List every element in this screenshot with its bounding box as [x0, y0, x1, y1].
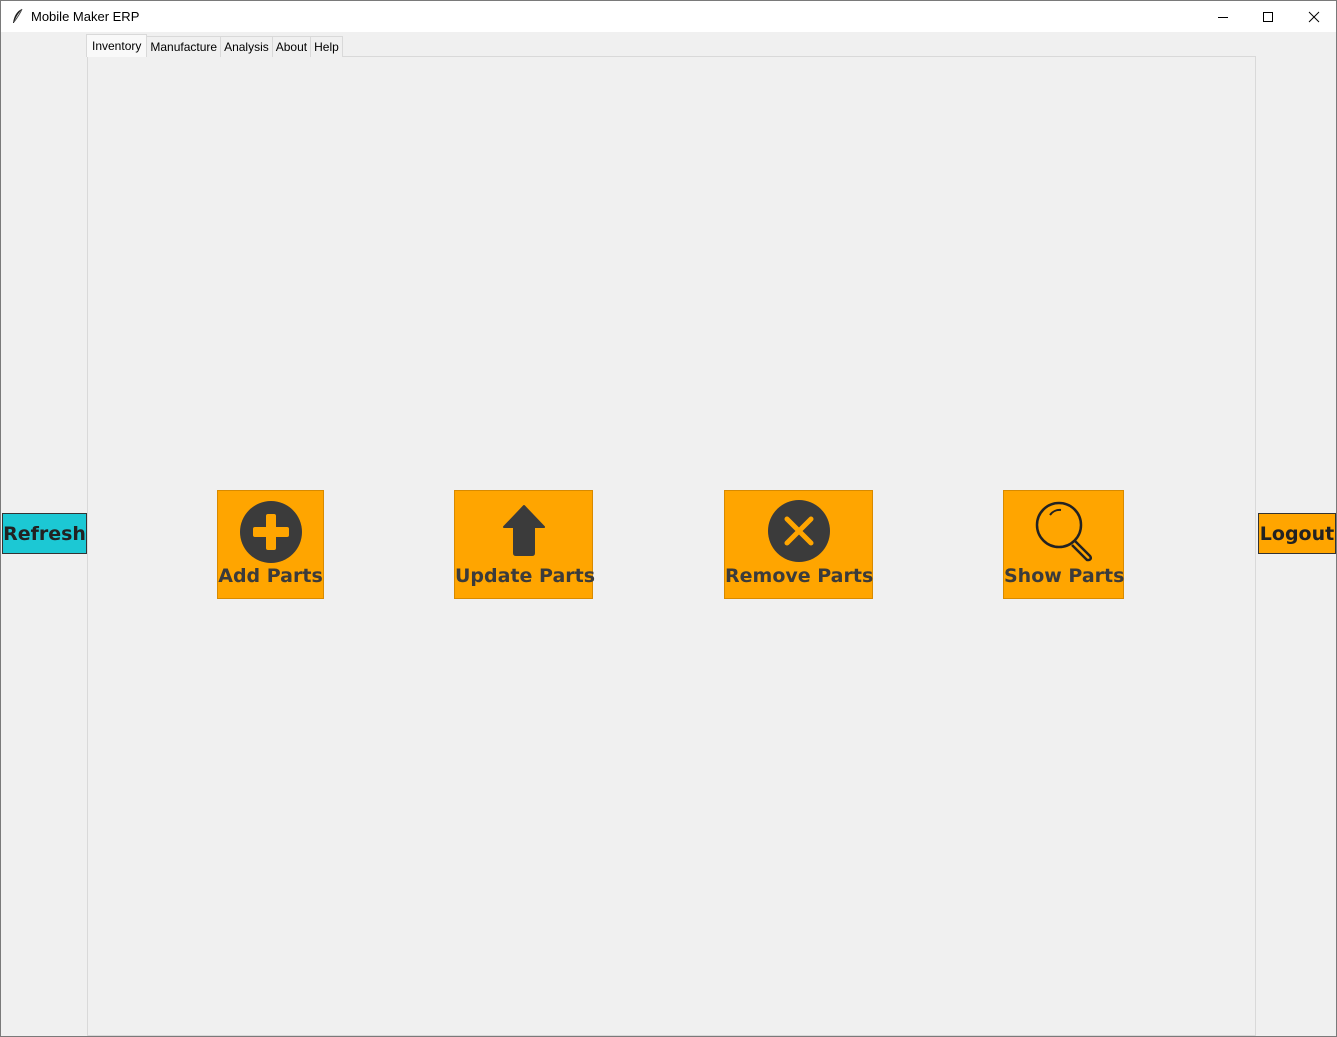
show-parts-label: Show Parts	[1004, 565, 1125, 587]
app-window: Mobile Maker ERP Inventory Manufacture A…	[0, 0, 1337, 1037]
tab-inventory[interactable]: Inventory	[86, 34, 148, 57]
minimize-icon	[1218, 16, 1228, 18]
window-title: Mobile Maker ERP	[31, 9, 140, 24]
minimize-button[interactable]	[1200, 1, 1246, 32]
logout-button[interactable]: Logout	[1258, 513, 1336, 554]
refresh-button[interactable]: Refresh	[2, 513, 87, 554]
remove-parts-label: Remove Parts	[725, 565, 874, 587]
maximize-icon	[1263, 11, 1273, 22]
close-icon	[1308, 11, 1320, 22]
add-parts-button[interactable]: Add Parts	[217, 490, 324, 599]
plus-circle-icon	[239, 501, 302, 563]
update-parts-label: Update Parts	[455, 565, 596, 587]
x-circle-icon	[767, 500, 830, 562]
feather-icon	[13, 8, 23, 23]
remove-parts-button[interactable]: Remove Parts	[724, 490, 873, 599]
tab-manufacture[interactable]: Manufacture	[146, 36, 222, 57]
title-bar[interactable]: Mobile Maker ERP	[1, 1, 1336, 32]
client-area: Inventory Manufacture Analysis About Hel…	[1, 32, 1336, 1036]
show-parts-button[interactable]: Show Parts	[1003, 490, 1124, 599]
update-parts-button[interactable]: Update Parts	[454, 490, 596, 599]
tab-help[interactable]: Help	[310, 36, 343, 57]
magnifier-icon	[1035, 501, 1092, 562]
tab-bar: Inventory Manufacture Analysis About Hel…	[86, 34, 343, 57]
maximize-button[interactable]	[1245, 1, 1291, 32]
close-button[interactable]	[1291, 1, 1337, 32]
tab-about[interactable]: About	[271, 36, 312, 57]
arrow-up-icon	[502, 505, 545, 556]
add-parts-label: Add Parts	[218, 565, 323, 587]
tab-analysis[interactable]: Analysis	[220, 36, 273, 57]
